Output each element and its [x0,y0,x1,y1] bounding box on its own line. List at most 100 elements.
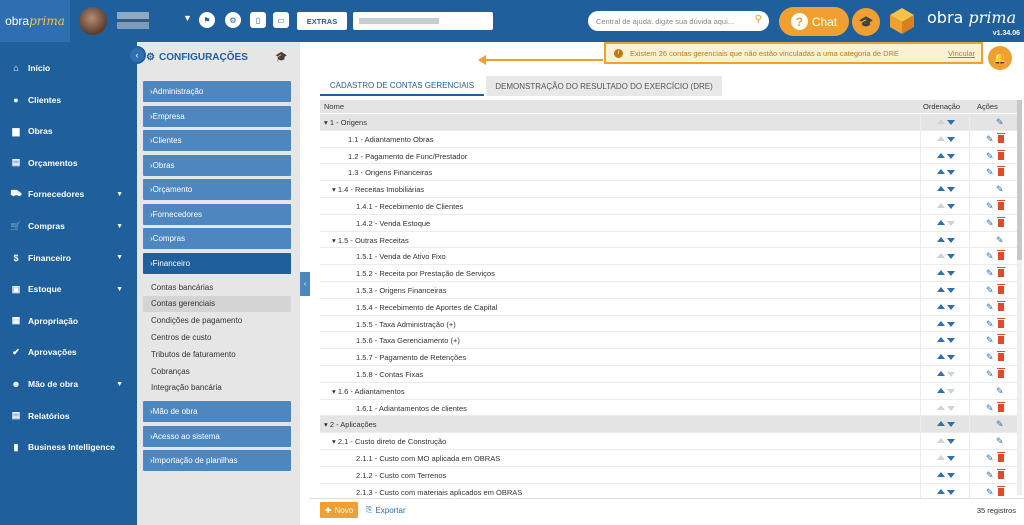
config-subitem-6[interactable]: Integração bancária [143,380,291,396]
config-section-bottom-1[interactable]: › Acesso ao sistema [143,425,291,447]
table-row[interactable]: 1.5.1 - Venda de Ativo Fixo ✎ [320,248,1017,266]
pencil-icon[interactable]: ✎ [986,151,994,162]
brand-logo[interactable]: obra prima [0,0,70,42]
config-section-4[interactable]: › Orçamento [143,179,291,200]
user-avatar[interactable] [79,7,107,35]
sidebar-item-7[interactable]: ▣ Estoque ▼ [0,279,137,299]
config-section-5[interactable]: › Fornecedores [143,203,291,225]
pencil-icon[interactable]: ✎ [996,436,1004,447]
sidebar-item-4[interactable]: ⛟ Fornecedores ▼ [0,184,137,204]
pencil-icon[interactable]: ✎ [986,218,994,229]
sidebar-item-0[interactable]: ⌂ Início [0,58,137,78]
trash-icon[interactable] [997,300,1005,311]
pencil-icon[interactable]: ✎ [986,369,994,380]
config-subitem-1[interactable]: Contas gerenciais [143,295,291,312]
arrow-down-icon[interactable] [947,472,955,478]
config-subitem-3[interactable]: Centros de custo [143,329,291,345]
arrow-down-icon[interactable] [947,422,955,428]
pencil-icon[interactable]: ✎ [986,403,994,414]
pencil-icon[interactable]: ✎ [986,167,994,178]
pencil-icon[interactable]: ✎ [986,470,994,481]
arrow-up-icon[interactable] [937,169,945,175]
sidebar-item-2[interactable]: ▆ Obras [0,121,137,141]
arrow-down-icon[interactable] [947,338,955,344]
arrow-up-icon[interactable] [937,337,945,343]
config-subitem-2[interactable]: Condições de pagamento [143,313,291,329]
sidebar-item-6[interactable]: $ Financeiro ▼ [0,248,137,268]
arrow-up-icon[interactable] [937,270,945,276]
table-row[interactable]: 1.5.5 - Taxa Administração (+) ✎ [320,315,1017,333]
table-row[interactable]: 1.5.2 - Receita por Prestação de Serviço… [320,265,1017,282]
graduation-cap-icon[interactable]: 🎓 [275,52,287,63]
config-section-0[interactable]: › Administração [143,81,291,102]
table-row[interactable]: 1.5.8 - Contas Fixas ✎ [320,366,1017,383]
pencil-icon[interactable]: ✎ [986,134,994,145]
arrow-up-icon[interactable] [937,421,945,427]
table-row[interactable]: 2.1.2 - Custo com Terrenos ✎ [320,466,1017,484]
pencil-icon[interactable]: ✎ [986,302,994,313]
pencil-icon[interactable]: ✎ [996,117,1004,128]
grid-scrollbar[interactable] [1017,100,1022,495]
new-button[interactable]: ✚ Novo [320,502,358,518]
sidebar-item-1[interactable]: ● Clientes [0,90,137,110]
monitor-icon[interactable]: ▭ [273,12,289,28]
collapse-panel-icon[interactable]: ‹ [300,272,310,296]
arrow-down-icon[interactable] [947,271,955,277]
table-row[interactable]: 1.5.3 - Origens Financeiras ✎ [320,282,1017,299]
config-section-6[interactable]: › Compras [143,228,291,249]
table-row[interactable]: 1.2 - Pagamento de Func/Prestador ✎ [320,147,1017,165]
column-header-name[interactable]: Nome [324,102,344,111]
table-row[interactable]: ▾ 1.6 - Adiantamentos ✎ [320,382,1017,400]
pencil-icon[interactable]: ✎ [986,268,994,279]
config-section-3[interactable]: › Obras [143,154,291,176]
trash-icon[interactable] [997,334,1005,345]
pencil-icon[interactable]: ✎ [986,352,994,363]
arrow-up-icon[interactable] [937,303,945,309]
table-row[interactable]: 1.6.1 - Adiantamentos de clientes ✎ [320,399,1017,417]
arrow-down-icon[interactable] [947,120,955,125]
vincular-link[interactable]: Vincular [948,49,975,58]
arrow-up-icon[interactable] [937,236,945,242]
table-row[interactable]: 1.5.4 - Recebimento de Aportes de Capita… [320,298,1017,316]
trash-icon[interactable] [997,368,1005,378]
table-row[interactable]: 1.4.2 - Venda Estoque ✎ [320,214,1017,232]
obra-select-redacted[interactable] [353,12,493,30]
trash-icon[interactable] [997,200,1005,210]
table-row[interactable]: 1.5.7 - Pagamento de Retenções ✎ [320,349,1017,366]
arrow-up-icon[interactable] [937,488,945,494]
arrow-up-icon[interactable] [937,152,945,158]
arrow-down-icon[interactable] [947,304,955,310]
config-section-bottom-2[interactable]: › Importação de planilhas [143,450,291,471]
trash-icon[interactable] [997,250,1005,261]
pencil-icon[interactable]: ✎ [986,319,994,330]
pencil-icon[interactable]: ✎ [986,201,994,212]
sidebar-item-10[interactable]: ☻ Mão de obra ▼ [0,374,137,394]
sidebar-item-12[interactable]: ▮ Business Intelligence [0,437,137,457]
table-row[interactable]: 1.3 - Origens Financeiras ✎ [320,164,1017,182]
trash-icon[interactable] [997,468,1005,479]
trash-icon[interactable] [997,401,1005,412]
arrow-up-icon[interactable] [937,354,945,360]
arrow-up-icon[interactable] [937,387,945,393]
trash-icon[interactable] [997,149,1005,160]
mobile-icon[interactable]: ▯ [250,12,266,28]
sidebar-item-3[interactable]: ▤ Orçamentos [0,153,137,173]
gear-icon[interactable]: ⚙ [225,12,241,28]
table-row[interactable]: 1.5.6 - Taxa Gerenciamento (+) ✎ [320,332,1017,350]
table-row[interactable]: 1.4.1 - Recebimento de Clientes ✎ [320,198,1017,215]
arrow-down-icon[interactable] [947,187,955,193]
table-row[interactable]: 1.1 - Adiantamento Obras ✎ [320,130,1017,148]
arrow-down-icon[interactable] [947,439,955,445]
pencil-icon[interactable]: ✎ [996,419,1004,430]
trash-icon[interactable] [997,267,1005,278]
arrow-down-icon[interactable] [947,288,955,293]
table-row[interactable]: ▾ 1.5 - Outras Receitas ✎ [320,231,1017,249]
extras-button[interactable]: EXTRAS [297,12,347,30]
arrow-up-icon[interactable] [937,471,945,477]
arrow-down-icon[interactable] [947,456,955,461]
config-subitem-4[interactable]: Tributos de faturamento [143,346,291,362]
table-row[interactable]: ▾ 1.4 - Receitas Imobiliárias ✎ [320,181,1017,198]
arrow-down-icon[interactable] [947,355,955,361]
arrow-up-icon[interactable] [937,287,945,292]
trash-icon[interactable] [997,216,1005,227]
